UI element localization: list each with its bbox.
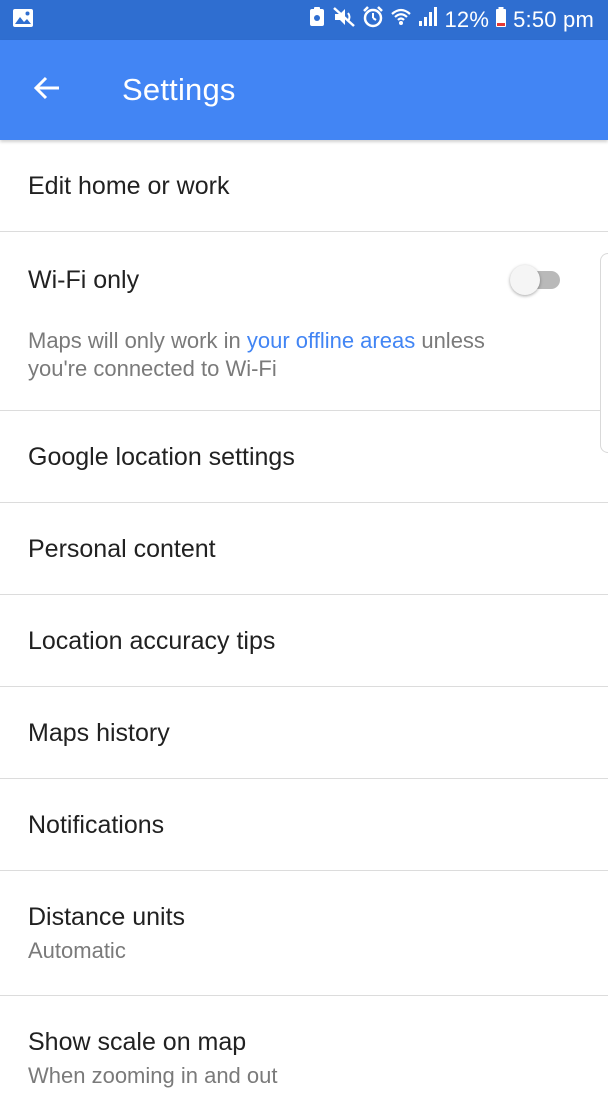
setting-value: When zooming in and out [28,1063,278,1088]
lock-notification-icon [308,6,326,34]
wifi-icon [390,6,412,34]
setting-title: Location accuracy tips [28,627,276,655]
setting-title: Notifications [28,811,165,839]
battery-percent: 12% [444,7,490,32]
setting-notifications[interactable]: Notifications [0,779,608,871]
setting-maps-history[interactable]: Maps history [0,687,608,779]
setting-personal-content[interactable]: Personal content [0,503,608,595]
toggle-thumb [510,265,540,295]
setting-value: Automatic [28,938,126,963]
signal-icon [418,6,438,34]
back-button[interactable] [19,62,75,118]
setting-title: Google location settings [28,443,295,471]
alarm-icon [362,6,384,34]
mute-icon [332,6,356,34]
wifi-only-description: Maps will only work in your offline area… [28,327,608,383]
scrollbar[interactable] [600,253,608,453]
setting-title: Maps history [28,719,170,747]
setting-distance-units[interactable]: Distance units Automatic [0,871,608,996]
setting-location-accuracy-tips[interactable]: Location accuracy tips [0,595,608,687]
status-bar: 12% 5:50 pm [0,0,608,40]
offline-areas-link[interactable]: your offline areas [247,328,415,353]
setting-wifi-only[interactable]: Wi-Fi only Maps will only work in your o… [0,232,608,411]
arrow-back-icon [32,73,62,108]
wifi-only-toggle[interactable] [510,264,562,295]
setting-edit-home-work[interactable]: Edit home or work [0,140,608,232]
page-title: Settings [122,72,236,107]
settings-list: Edit home or work Wi-Fi only Maps will o… [0,140,608,1116]
image-icon [12,8,34,33]
setting-title: Edit home or work [28,172,230,200]
clock: 5:50 pm [513,7,594,32]
app-bar: Settings [0,40,608,140]
battery-icon [495,6,507,34]
setting-show-scale-on-map[interactable]: Show scale on map When zooming in and ou… [0,996,608,1116]
setting-title: Distance units [28,903,186,931]
setting-title: Personal content [28,535,216,563]
description-text: Maps will only work in [28,328,247,353]
setting-title: Show scale on map [28,1028,247,1056]
setting-google-location-settings[interactable]: Google location settings [0,411,608,503]
